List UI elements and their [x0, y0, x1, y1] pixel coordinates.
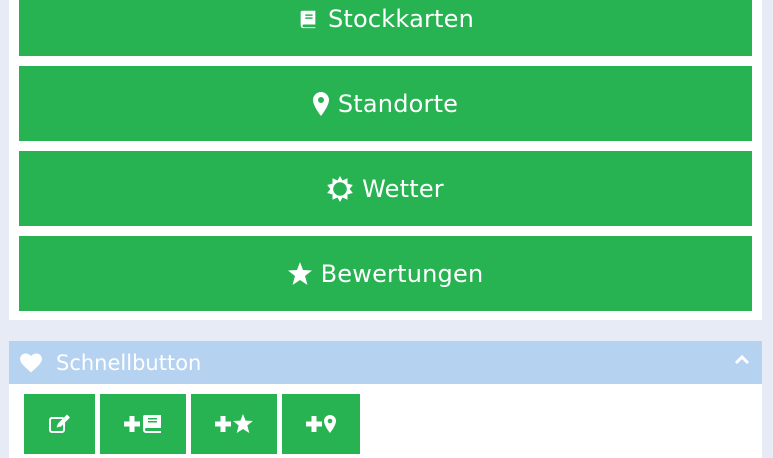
- standorte-label: Standorte: [337, 89, 459, 118]
- plus-map-marker-icon: [306, 414, 336, 434]
- quick-add-standort-button[interactable]: [282, 394, 360, 454]
- plus-star-icon: [215, 414, 253, 434]
- bewertungen-label: Bewertungen: [320, 259, 484, 288]
- heart-icon: [20, 352, 42, 373]
- plus-book-icon: [124, 414, 162, 434]
- quick-add-bewertung-button[interactable]: [191, 394, 277, 454]
- stockkarten-label: Stockkarten: [327, 4, 475, 33]
- bewertungen-button[interactable]: Bewertungen: [19, 236, 752, 311]
- quick-edit-button[interactable]: [24, 394, 95, 454]
- edit-icon: [48, 413, 72, 435]
- schnellbutton-title: Schnellbutton: [56, 350, 202, 375]
- chevron-up-icon[interactable]: [734, 354, 750, 365]
- wetter-button[interactable]: Wetter: [19, 151, 752, 226]
- standorte-button[interactable]: Standorte: [19, 66, 752, 141]
- schnellbutton-header[interactable]: Schnellbutton: [9, 341, 762, 384]
- wetter-label: Wetter: [362, 174, 444, 203]
- star-icon: [287, 262, 312, 285]
- quick-add-stockkarte-button[interactable]: [100, 394, 186, 454]
- map-marker-icon: [312, 91, 329, 116]
- sun-icon: [327, 175, 353, 202]
- book-icon: [297, 8, 319, 30]
- stockkarten-button[interactable]: Stockkarten: [19, 0, 752, 56]
